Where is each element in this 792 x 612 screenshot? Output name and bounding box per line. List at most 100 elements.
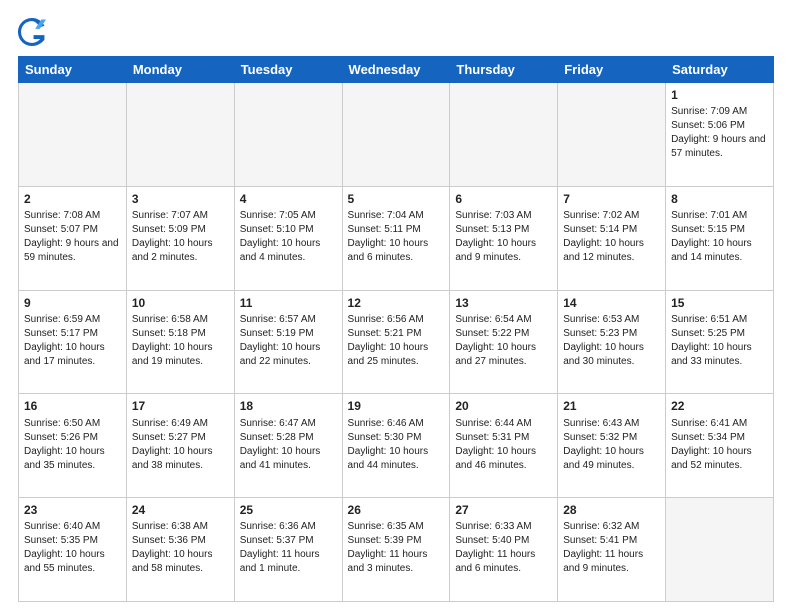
calendar-cell: 10 Sunrise: 6:58 AMSunset: 5:18 PMDayligh…: [126, 290, 234, 394]
day-number: 7: [563, 191, 660, 207]
calendar-cell: [666, 498, 774, 602]
calendar-cell: 20 Sunrise: 6:44 AMSunset: 5:31 PMDayligh…: [450, 394, 558, 498]
logo-icon: [18, 18, 46, 46]
calendar-cell: 6 Sunrise: 7:03 AMSunset: 5:13 PMDaylight…: [450, 186, 558, 290]
day-number: 23: [24, 502, 121, 518]
day-info: Sunrise: 6:58 AMSunset: 5:18 PMDaylight:…: [132, 313, 229, 369]
day-number: 8: [671, 191, 768, 207]
day-info: Sunrise: 7:04 AMSunset: 5:11 PMDaylight:…: [348, 209, 445, 265]
day-number: 17: [132, 398, 229, 414]
calendar-cell: [19, 83, 127, 187]
calendar-cell: 5Sunrise: 7:04 AMSunset: 5:11 PMDaylight…: [342, 186, 450, 290]
day-info: Sunrise: 6:40 AMSunset: 5:35 PMDaylight:…: [24, 520, 121, 576]
day-info: Sunrise: 6:54 AMSunset: 5:22 PMDaylight:…: [455, 313, 552, 369]
day-number: 26: [348, 502, 445, 518]
calendar-cell: 3 Sunrise: 7:07 AMSunset: 5:09 PMDaylight…: [126, 186, 234, 290]
calendar-cell: 21Sunrise: 6:43 AMSunset: 5:32 PMDayligh…: [558, 394, 666, 498]
day-number: 16: [24, 398, 121, 414]
day-number: 10: [132, 295, 229, 311]
day-info: Sunrise: 6:44 AMSunset: 5:31 PMDaylight:…: [455, 417, 552, 473]
day-info: Sunrise: 6:51 AMSunset: 5:25 PMDaylight:…: [671, 313, 768, 369]
calendar-cell: 15 Sunrise: 6:51 AMSunset: 5:25 PMDayligh…: [666, 290, 774, 394]
day-number: 15: [671, 295, 768, 311]
logo: [18, 18, 50, 46]
day-info: Sunrise: 6:43 AMSunset: 5:32 PMDaylight:…: [563, 417, 660, 473]
day-number: 20: [455, 398, 552, 414]
header: [18, 18, 774, 46]
day-number: 24: [132, 502, 229, 518]
day-info: Sunrise: 6:33 AMSunset: 5:40 PMDaylight:…: [455, 520, 552, 576]
day-info: Sunrise: 6:35 AMSunset: 5:39 PMDaylight:…: [348, 520, 445, 576]
calendar-cell: 7 Sunrise: 7:02 AMSunset: 5:14 PMDaylight…: [558, 186, 666, 290]
day-info: Sunrise: 6:57 AMSunset: 5:19 PMDaylight:…: [240, 313, 337, 369]
calendar-cell: 13Sunrise: 6:54 AMSunset: 5:22 PMDayligh…: [450, 290, 558, 394]
page: SundayMondayTuesdayWednesdayThursdayFrid…: [0, 0, 792, 612]
calendar-cell: 12 Sunrise: 6:56 AMSunset: 5:21 PMDayligh…: [342, 290, 450, 394]
week-row-5: 23 Sunrise: 6:40 AMSunset: 5:35 PMDayligh…: [19, 498, 774, 602]
week-row-4: 16Sunrise: 6:50 AMSunset: 5:26 PMDayligh…: [19, 394, 774, 498]
day-number: 18: [240, 398, 337, 414]
day-info: Sunrise: 6:41 AMSunset: 5:34 PMDaylight:…: [671, 417, 768, 473]
day-info: Sunrise: 7:05 AMSunset: 5:10 PMDaylight:…: [240, 209, 337, 265]
day-number: 27: [455, 502, 552, 518]
calendar-cell: 1 Sunrise: 7:09 AMSunset: 5:06 PMDaylight…: [666, 83, 774, 187]
day-number: 22: [671, 398, 768, 414]
calendar-cell: 28 Sunrise: 6:32 AMSunset: 5:41 PMDayligh…: [558, 498, 666, 602]
day-info: Sunrise: 6:56 AMSunset: 5:21 PMDaylight:…: [348, 313, 445, 369]
calendar-cell: 25Sunrise: 6:36 AMSunset: 5:37 PMDayligh…: [234, 498, 342, 602]
day-number: 2: [24, 191, 121, 207]
calendar-cell: 2 Sunrise: 7:08 AMSunset: 5:07 PMDaylight…: [19, 186, 127, 290]
day-info: Sunrise: 6:38 AMSunset: 5:36 PMDaylight:…: [132, 520, 229, 576]
day-info: Sunrise: 7:03 AMSunset: 5:13 PMDaylight:…: [455, 209, 552, 265]
day-info: Sunrise: 7:02 AMSunset: 5:14 PMDaylight:…: [563, 209, 660, 265]
calendar-cell: 16Sunrise: 6:50 AMSunset: 5:26 PMDayligh…: [19, 394, 127, 498]
day-number: 12: [348, 295, 445, 311]
day-info: Sunrise: 6:46 AMSunset: 5:30 PMDaylight:…: [348, 417, 445, 473]
weekday-header-wednesday: Wednesday: [342, 57, 450, 83]
day-number: 19: [348, 398, 445, 414]
calendar-cell: 23 Sunrise: 6:40 AMSunset: 5:35 PMDayligh…: [19, 498, 127, 602]
calendar-cell: [450, 83, 558, 187]
calendar-cell: 19 Sunrise: 6:46 AMSunset: 5:30 PMDayligh…: [342, 394, 450, 498]
calendar-cell: 14 Sunrise: 6:53 AMSunset: 5:23 PMDayligh…: [558, 290, 666, 394]
day-number: 28: [563, 502, 660, 518]
weekday-header-row: SundayMondayTuesdayWednesdayThursdayFrid…: [19, 57, 774, 83]
day-info: Sunrise: 6:32 AMSunset: 5:41 PMDaylight:…: [563, 520, 660, 576]
calendar-cell: [234, 83, 342, 187]
day-number: 6: [455, 191, 552, 207]
day-number: 14: [563, 295, 660, 311]
calendar-cell: 27 Sunrise: 6:33 AMSunset: 5:40 PMDayligh…: [450, 498, 558, 602]
day-info: Sunrise: 6:59 AMSunset: 5:17 PMDaylight:…: [24, 313, 121, 369]
day-info: Sunrise: 7:07 AMSunset: 5:09 PMDaylight:…: [132, 209, 229, 265]
calendar-cell: 24 Sunrise: 6:38 AMSunset: 5:36 PMDayligh…: [126, 498, 234, 602]
weekday-header-sunday: Sunday: [19, 57, 127, 83]
calendar-cell: 8 Sunrise: 7:01 AMSunset: 5:15 PMDaylight…: [666, 186, 774, 290]
calendar-cell: [558, 83, 666, 187]
calendar-table: SundayMondayTuesdayWednesdayThursdayFrid…: [18, 56, 774, 602]
calendar-cell: 11Sunrise: 6:57 AMSunset: 5:19 PMDayligh…: [234, 290, 342, 394]
weekday-header-monday: Monday: [126, 57, 234, 83]
week-row-2: 2 Sunrise: 7:08 AMSunset: 5:07 PMDaylight…: [19, 186, 774, 290]
day-info: Sunrise: 6:49 AMSunset: 5:27 PMDaylight:…: [132, 417, 229, 473]
day-info: Sunrise: 6:53 AMSunset: 5:23 PMDaylight:…: [563, 313, 660, 369]
calendar-cell: 26 Sunrise: 6:35 AMSunset: 5:39 PMDayligh…: [342, 498, 450, 602]
calendar-cell: 9 Sunrise: 6:59 AMSunset: 5:17 PMDaylight…: [19, 290, 127, 394]
calendar-cell: 18Sunrise: 6:47 AMSunset: 5:28 PMDayligh…: [234, 394, 342, 498]
weekday-header-tuesday: Tuesday: [234, 57, 342, 83]
calendar-cell: [342, 83, 450, 187]
day-number: 4: [240, 191, 337, 207]
calendar-cell: 17 Sunrise: 6:49 AMSunset: 5:27 PMDayligh…: [126, 394, 234, 498]
day-number: 1: [671, 87, 768, 103]
day-info: Sunrise: 7:09 AMSunset: 5:06 PMDaylight:…: [671, 105, 768, 161]
day-info: Sunrise: 7:01 AMSunset: 5:15 PMDaylight:…: [671, 209, 768, 265]
week-row-1: 1 Sunrise: 7:09 AMSunset: 5:06 PMDaylight…: [19, 83, 774, 187]
day-info: Sunrise: 7:08 AMSunset: 5:07 PMDaylight:…: [24, 209, 121, 265]
weekday-header-friday: Friday: [558, 57, 666, 83]
calendar-cell: 22 Sunrise: 6:41 AMSunset: 5:34 PMDayligh…: [666, 394, 774, 498]
calendar-cell: 4 Sunrise: 7:05 AMSunset: 5:10 PMDaylight…: [234, 186, 342, 290]
day-number: 3: [132, 191, 229, 207]
weekday-header-saturday: Saturday: [666, 57, 774, 83]
calendar-cell: [126, 83, 234, 187]
week-row-3: 9 Sunrise: 6:59 AMSunset: 5:17 PMDaylight…: [19, 290, 774, 394]
day-number: 9: [24, 295, 121, 311]
